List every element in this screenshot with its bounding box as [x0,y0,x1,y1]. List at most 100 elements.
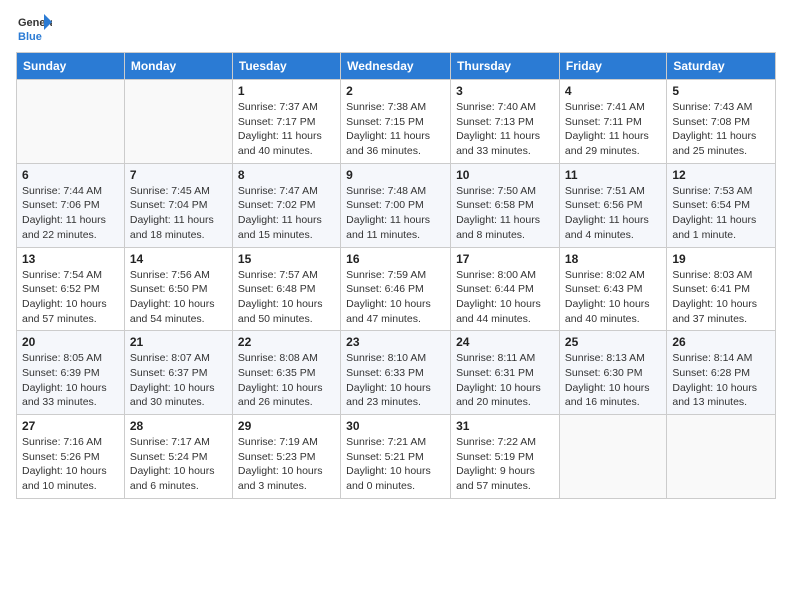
day-info: Sunrise: 8:14 AMSunset: 6:28 PMDaylight:… [672,351,770,410]
day-cell: 17 Sunrise: 8:00 AMSunset: 6:44 PMDayligh… [451,247,560,331]
day-info: Sunrise: 8:11 AMSunset: 6:31 PMDaylight:… [456,351,554,410]
logo: General Blue [16,10,52,46]
day-number: 2 [346,84,445,98]
day-number: 5 [672,84,770,98]
day-cell: 13 Sunrise: 7:54 AMSunset: 6:52 PMDayligh… [17,247,125,331]
day-info: Sunrise: 8:03 AMSunset: 6:41 PMDaylight:… [672,268,770,327]
day-number: 13 [22,252,119,266]
weekday-header-tuesday: Tuesday [232,53,340,80]
day-info: Sunrise: 7:37 AMSunset: 7:17 PMDaylight:… [238,100,335,159]
day-cell: 22 Sunrise: 8:08 AMSunset: 6:35 PMDayligh… [232,331,340,415]
day-cell: 29Sunrise: 7:19 AMSunset: 5:23 PMDayligh… [232,415,340,499]
day-cell: 11 Sunrise: 7:51 AMSunset: 6:56 PMDayligh… [559,163,666,247]
day-number: 30 [346,419,445,433]
day-cell [559,415,666,499]
day-info: Sunrise: 8:00 AMSunset: 6:44 PMDaylight:… [456,268,554,327]
day-info: Sunrise: 7:38 AMSunset: 7:15 PMDaylight:… [346,100,445,159]
day-number: 22 [238,335,335,349]
header: General Blue [16,10,776,46]
day-cell: 7 Sunrise: 7:45 AMSunset: 7:04 PMDaylight… [124,163,232,247]
weekday-header-sunday: Sunday [17,53,125,80]
day-cell [17,80,125,164]
day-info: Sunrise: 7:41 AMSunset: 7:11 PMDaylight:… [565,100,661,159]
day-cell: 24 Sunrise: 8:11 AMSunset: 6:31 PMDayligh… [451,331,560,415]
day-info: Sunrise: 7:45 AMSunset: 7:04 PMDaylight:… [130,184,227,243]
day-info: Sunrise: 7:17 AMSunset: 5:24 PMDaylight:… [130,435,227,494]
day-info: Sunrise: 8:08 AMSunset: 6:35 PMDaylight:… [238,351,335,410]
weekday-header-saturday: Saturday [667,53,776,80]
day-cell: 27 Sunrise: 7:16 AMSunset: 5:26 PMDayligh… [17,415,125,499]
day-info: Sunrise: 7:51 AMSunset: 6:56 PMDaylight:… [565,184,661,243]
day-number: 20 [22,335,119,349]
logo-svg: General Blue [16,10,52,46]
day-cell: 14Sunrise: 7:56 AMSunset: 6:50 PMDayligh… [124,247,232,331]
week-row-1: 1 Sunrise: 7:37 AMSunset: 7:17 PMDaylight… [17,80,776,164]
day-info: Sunrise: 7:16 AMSunset: 5:26 PMDaylight:… [22,435,119,494]
day-number: 31 [456,419,554,433]
day-cell: 25Sunrise: 8:13 AMSunset: 6:30 PMDayligh… [559,331,666,415]
day-number: 16 [346,252,445,266]
day-cell: 28 Sunrise: 7:17 AMSunset: 5:24 PMDayligh… [124,415,232,499]
day-cell [124,80,232,164]
day-cell: 12 Sunrise: 7:53 AMSunset: 6:54 PMDayligh… [667,163,776,247]
day-cell [667,415,776,499]
day-number: 3 [456,84,554,98]
day-info: Sunrise: 7:47 AMSunset: 7:02 PMDaylight:… [238,184,335,243]
weekday-header-monday: Monday [124,53,232,80]
day-number: 7 [130,168,227,182]
day-number: 21 [130,335,227,349]
day-number: 9 [346,168,445,182]
day-cell: 3Sunrise: 7:40 AMSunset: 7:13 PMDaylight… [451,80,560,164]
day-cell: 30 Sunrise: 7:21 AMSunset: 5:21 PMDayligh… [341,415,451,499]
week-row-3: 13 Sunrise: 7:54 AMSunset: 6:52 PMDayligh… [17,247,776,331]
day-number: 17 [456,252,554,266]
page: General Blue SundayMondayTuesdayWednesda… [0,0,792,612]
day-number: 10 [456,168,554,182]
day-number: 14 [130,252,227,266]
day-number: 6 [22,168,119,182]
day-cell: 10 Sunrise: 7:50 AMSunset: 6:58 PMDayligh… [451,163,560,247]
day-number: 12 [672,168,770,182]
day-info: Sunrise: 7:50 AMSunset: 6:58 PMDaylight:… [456,184,554,243]
day-number: 8 [238,168,335,182]
svg-text:Blue: Blue [18,31,42,43]
day-info: Sunrise: 7:22 AMSunset: 5:19 PMDaylight:… [456,435,554,494]
day-number: 23 [346,335,445,349]
day-info: Sunrise: 7:21 AMSunset: 5:21 PMDaylight:… [346,435,445,494]
day-number: 1 [238,84,335,98]
day-cell: 19 Sunrise: 8:03 AMSunset: 6:41 PMDayligh… [667,247,776,331]
day-info: Sunrise: 8:10 AMSunset: 6:33 PMDaylight:… [346,351,445,410]
day-cell: 16 Sunrise: 7:59 AMSunset: 6:46 PMDayligh… [341,247,451,331]
day-number: 27 [22,419,119,433]
week-row-4: 20 Sunrise: 8:05 AMSunset: 6:39 PMDayligh… [17,331,776,415]
day-info: Sunrise: 8:02 AMSunset: 6:43 PMDaylight:… [565,268,661,327]
day-info: Sunrise: 7:57 AMSunset: 6:48 PMDaylight:… [238,268,335,327]
day-info: Sunrise: 7:43 AMSunset: 7:08 PMDaylight:… [672,100,770,159]
day-cell: 6Sunrise: 7:44 AMSunset: 7:06 PMDaylight… [17,163,125,247]
day-info: Sunrise: 7:53 AMSunset: 6:54 PMDaylight:… [672,184,770,243]
day-cell: 18Sunrise: 8:02 AMSunset: 6:43 PMDayligh… [559,247,666,331]
day-number: 4 [565,84,661,98]
day-number: 11 [565,168,661,182]
week-row-5: 27 Sunrise: 7:16 AMSunset: 5:26 PMDayligh… [17,415,776,499]
day-number: 19 [672,252,770,266]
day-info: Sunrise: 7:59 AMSunset: 6:46 PMDaylight:… [346,268,445,327]
calendar-table: SundayMondayTuesdayWednesdayThursdayFrid… [16,52,776,499]
day-cell: 9Sunrise: 7:48 AMSunset: 7:00 PMDaylight… [341,163,451,247]
week-row-2: 6Sunrise: 7:44 AMSunset: 7:06 PMDaylight… [17,163,776,247]
day-number: 15 [238,252,335,266]
day-number: 26 [672,335,770,349]
day-cell: 5 Sunrise: 7:43 AMSunset: 7:08 PMDaylight… [667,80,776,164]
day-number: 24 [456,335,554,349]
day-number: 29 [238,419,335,433]
day-info: Sunrise: 7:54 AMSunset: 6:52 PMDaylight:… [22,268,119,327]
day-cell: 23 Sunrise: 8:10 AMSunset: 6:33 PMDayligh… [341,331,451,415]
weekday-header-friday: Friday [559,53,666,80]
weekday-header-wednesday: Wednesday [341,53,451,80]
day-info: Sunrise: 8:13 AMSunset: 6:30 PMDaylight:… [565,351,661,410]
day-cell: 31 Sunrise: 7:22 AMSunset: 5:19 PMDayligh… [451,415,560,499]
day-info: Sunrise: 8:05 AMSunset: 6:39 PMDaylight:… [22,351,119,410]
day-number: 28 [130,419,227,433]
day-cell: 8 Sunrise: 7:47 AMSunset: 7:02 PMDaylight… [232,163,340,247]
day-cell: 15 Sunrise: 7:57 AMSunset: 6:48 PMDayligh… [232,247,340,331]
